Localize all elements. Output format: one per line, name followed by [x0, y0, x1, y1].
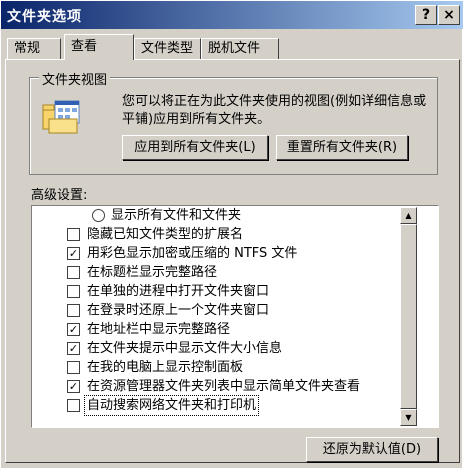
checkbox[interactable]: ✓ [67, 323, 80, 336]
close-button[interactable]: × [438, 5, 460, 25]
checkbox[interactable]: ✓ [67, 380, 80, 393]
help-button[interactable]: ? [415, 5, 437, 25]
list-item-label: 隐藏已知文件类型的扩展名 [87, 227, 244, 242]
advanced-settings-label: 高级设置: [31, 188, 88, 203]
scroll-thumb[interactable] [400, 224, 417, 409]
list-item-color-ntfs[interactable]: ✓ 用彩色显示加密或压缩的 NTFS 文件 [32, 244, 412, 263]
window-title: 文件夹选项 [7, 9, 82, 25]
checkbox[interactable] [67, 266, 80, 279]
checkbox[interactable] [67, 285, 80, 298]
list-item-label: 在文件夹提示中显示文件大小信息 [87, 341, 283, 356]
list-item-simple-folder-view[interactable]: ✓ 在资源管理器文件夹列表中显示简单文件夹查看 [32, 377, 412, 396]
checkbox[interactable] [67, 361, 80, 374]
list-item-full-path-title[interactable]: 在标题栏显示完整路径 [32, 263, 412, 282]
scroll-up-arrow[interactable]: ▲ [400, 207, 417, 224]
checkbox[interactable] [67, 304, 80, 317]
list-item-separate-process[interactable]: 在单独的进程中打开文件夹窗口 [32, 282, 412, 301]
scroll-down-arrow[interactable]: ▼ [400, 409, 417, 426]
radio-button[interactable] [92, 209, 105, 222]
list-item-hide-extensions[interactable]: 隐藏已知文件类型的扩展名 [32, 225, 412, 244]
list-item-label: 在资源管理器文件夹列表中显示简单文件夹查看 [87, 379, 361, 394]
list-item-control-panel[interactable]: 在我的电脑上显示控制面板 [32, 358, 412, 377]
list-item-auto-search-network[interactable]: 自动搜索网络文件夹和打印机 [32, 395, 412, 416]
checkbox[interactable]: ✓ [67, 342, 80, 355]
list-item-file-size-tips[interactable]: ✓ 在文件夹提示中显示文件大小信息 [32, 339, 412, 358]
list-item-label: 在标题栏显示完整路径 [87, 265, 218, 280]
list-item-label: 在我的电脑上显示控制面板 [87, 360, 244, 375]
folder-options-dialog: 文件夹选项 ? × 常规 查看 文件类型 脱机文件 文件夹视图 您可以将正在为此… [0, 0, 463, 469]
list-item-label: 显示所有文件和文件夹 [111, 208, 242, 223]
checkbox[interactable] [67, 399, 80, 412]
title-bar[interactable]: 文件夹选项 ? × [1, 1, 463, 29]
vertical-scrollbar[interactable]: ▲ ▼ [400, 207, 417, 426]
reset-all-folders-button[interactable]: 重置所有文件夹(R) [276, 135, 408, 160]
tab-offline-files[interactable]: 脱机文件 [201, 38, 279, 59]
checkbox[interactable]: ✓ [67, 247, 80, 260]
list-item-restore-windows[interactable]: 在登录时还原上一个文件夹窗口 [32, 301, 412, 320]
checkbox[interactable] [67, 228, 80, 241]
folder-views-icon [42, 100, 80, 134]
list-item-label: 在地址栏中显示完整路径 [87, 322, 231, 337]
list-item-label: 在单独的进程中打开文件夹窗口 [87, 284, 270, 299]
advanced-settings-list[interactable]: 显示所有文件和文件夹 隐藏已知文件类型的扩展名 ✓ 用彩色显示加密或压缩的 NT… [31, 205, 439, 428]
restore-defaults-button[interactable]: 还原为默认值(D) [306, 437, 438, 462]
apply-to-all-folders-button[interactable]: 应用到所有文件夹(L) [122, 135, 268, 160]
list-item-full-path-address[interactable]: ✓ 在地址栏中显示完整路径 [32, 320, 412, 339]
list-item-label: 自动搜索网络文件夹和打印机 [83, 395, 260, 416]
tab-file-types[interactable]: 文件类型 [134, 38, 201, 59]
list-item-label: 在登录时还原上一个文件夹窗口 [87, 303, 270, 318]
list-item-show-all-files[interactable]: 显示所有文件和文件夹 [32, 206, 412, 225]
folder-views-description: 您可以将正在为此文件夹使用的视图(例如详细信息或平铺)应用到所有文件夹。 [122, 94, 427, 127]
folder-views-legend: 文件夹视图 [39, 69, 111, 88]
list-item-label: 用彩色显示加密或压缩的 NTFS 文件 [87, 246, 298, 261]
tab-general[interactable]: 常规 [7, 38, 61, 59]
tab-view[interactable]: 查看 [64, 34, 134, 60]
